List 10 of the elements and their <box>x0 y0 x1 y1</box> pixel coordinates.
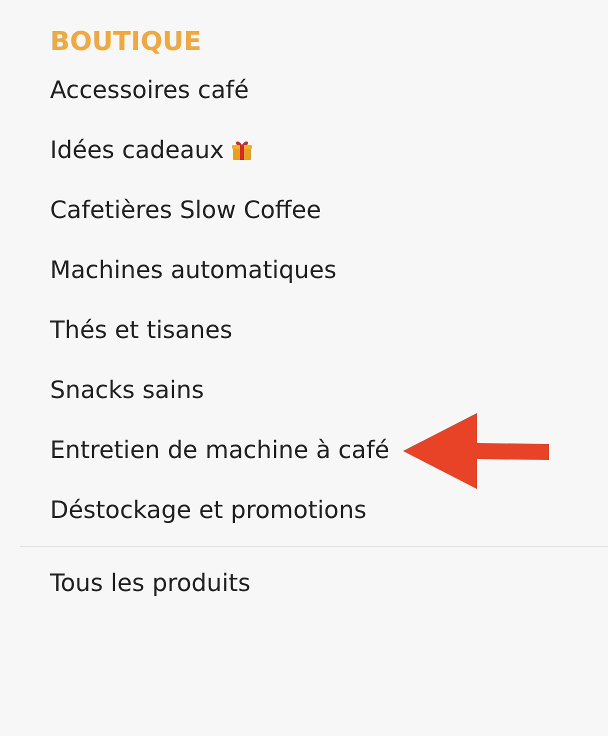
menu-link[interactable]: Déstockage et promotions <box>50 495 366 525</box>
menu-heading: BOUTIQUE <box>50 26 202 59</box>
menu-link[interactable]: Tous les produits <box>50 568 250 598</box>
menu-link[interactable]: Entretien de machine à café <box>50 435 390 465</box>
menu-link[interactable]: Thés et tisanes <box>50 315 232 345</box>
menu-link[interactable]: Cafetières Slow Coffee <box>50 195 322 225</box>
menu-link[interactable]: Snacks sains <box>50 375 204 405</box>
menu-link[interactable]: Idées cadeaux <box>50 135 254 165</box>
menu-link[interactable]: Machines automatiques <box>50 255 336 285</box>
menu-link[interactable]: Accessoires café <box>50 75 249 105</box>
